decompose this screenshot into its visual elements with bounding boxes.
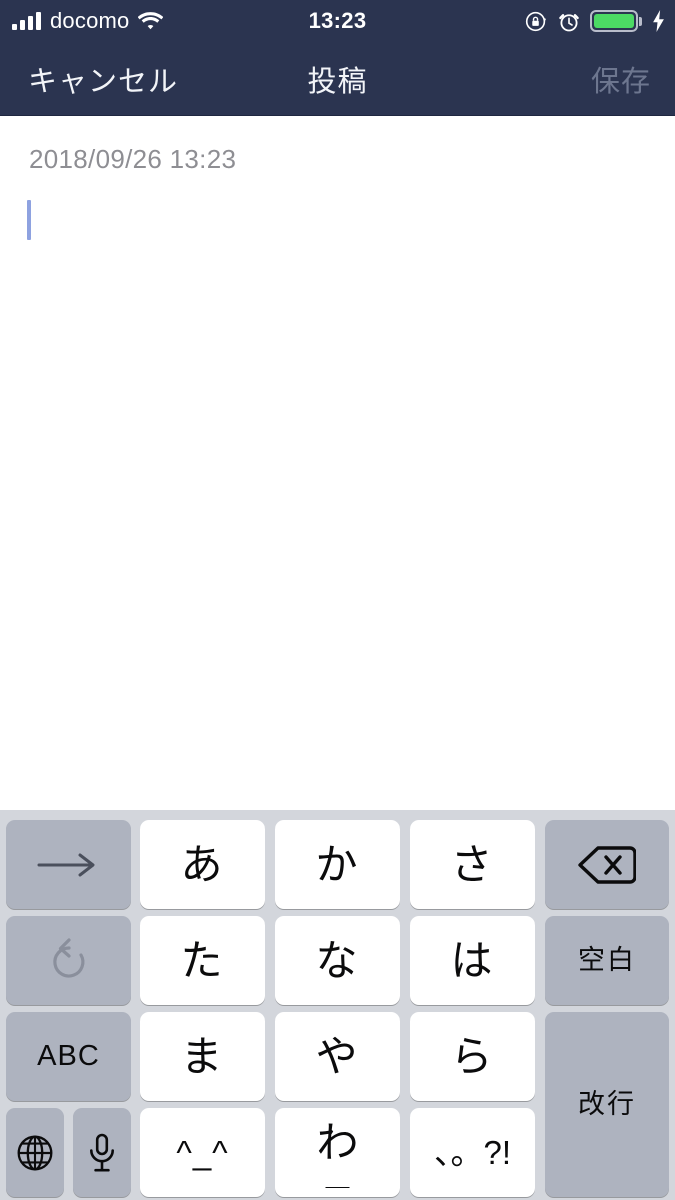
key-label: た xyxy=(180,936,225,984)
save-button[interactable]: 保存 xyxy=(591,42,651,115)
key-ra[interactable]: ら xyxy=(410,1012,535,1101)
key-sa[interactable]: さ xyxy=(410,820,535,909)
status-bar-right-group xyxy=(525,0,665,42)
key-enter-newline[interactable]: 改行 xyxy=(545,1012,669,1197)
alarm-clock-icon xyxy=(558,10,580,33)
key-label: は xyxy=(450,936,495,984)
key-backspace[interactable] xyxy=(545,820,669,909)
arrow-right-icon xyxy=(37,852,101,878)
key-label: ^_^ xyxy=(176,1134,229,1171)
key-label: か xyxy=(315,840,360,888)
key-microphone-dictation[interactable] xyxy=(73,1108,131,1197)
key-label: 改行 xyxy=(578,1089,636,1119)
key-label-underscore: ＿ xyxy=(325,1163,350,1191)
carrier-label: docomo xyxy=(50,7,130,33)
lightning-bolt-icon xyxy=(652,10,665,32)
microphone-icon xyxy=(87,1133,117,1173)
key-label: 、。?! xyxy=(433,1134,512,1171)
japanese-kana-keyboard: あ か さ た な は 空白 ABC ま や ら 改行 ^_^ わ ＿ 、。?! xyxy=(0,810,675,1200)
key-label: ら xyxy=(450,1032,495,1080)
status-bar: docomo 13:23 xyxy=(0,0,675,42)
backspace-delete-icon xyxy=(578,844,636,886)
key-label: ABC xyxy=(37,1040,100,1072)
battery-icon xyxy=(590,10,642,32)
key-label: や xyxy=(315,1032,360,1080)
key-ma[interactable]: ま xyxy=(140,1012,265,1101)
key-a[interactable]: あ xyxy=(140,820,265,909)
rotation-lock-icon xyxy=(525,10,548,33)
key-emoticon[interactable]: ^_^ xyxy=(140,1108,265,1197)
status-bar-left-group: docomo xyxy=(12,0,164,42)
undo-arrow-icon xyxy=(47,937,91,984)
navigation-bar: キャンセル 投稿 保存 xyxy=(0,42,675,116)
key-label-stack: わ ＿ xyxy=(316,1118,359,1191)
globe-language-icon xyxy=(16,1134,54,1172)
key-space[interactable]: 空白 xyxy=(545,916,669,1005)
key-ta[interactable]: た xyxy=(140,916,265,1005)
wifi-icon xyxy=(138,11,164,31)
note-editor[interactable]: 2018/09/26 13:23 xyxy=(0,116,675,810)
key-undo[interactable] xyxy=(6,916,131,1005)
phone-screen: docomo 13:23 キャンセル 投稿 保存 2018/09/26 13:2… xyxy=(0,0,675,1200)
key-label: 空白 xyxy=(578,945,636,975)
key-label: さ xyxy=(450,840,495,888)
key-arrow-right[interactable] xyxy=(6,820,131,909)
key-na[interactable]: な xyxy=(275,916,400,1005)
key-wa[interactable]: わ ＿ xyxy=(275,1108,400,1197)
key-label: な xyxy=(315,936,360,984)
page-title: 投稿 xyxy=(307,65,368,98)
key-ka[interactable]: か xyxy=(275,820,400,909)
key-globe-language[interactable] xyxy=(6,1108,64,1197)
key-label: わ xyxy=(316,1118,359,1166)
key-ha[interactable]: は xyxy=(410,916,535,1005)
signal-bars-icon xyxy=(12,11,41,30)
status-bar-clock: 13:23 xyxy=(308,8,367,33)
text-caret xyxy=(27,200,31,240)
note-date-label: 2018/09/26 13:23 xyxy=(29,144,237,174)
key-label: ま xyxy=(180,1032,225,1080)
key-ya[interactable]: や xyxy=(275,1012,400,1101)
key-abc-switch[interactable]: ABC xyxy=(6,1012,131,1101)
key-label: あ xyxy=(180,840,225,888)
key-punctuation[interactable]: 、。?! xyxy=(410,1108,535,1197)
